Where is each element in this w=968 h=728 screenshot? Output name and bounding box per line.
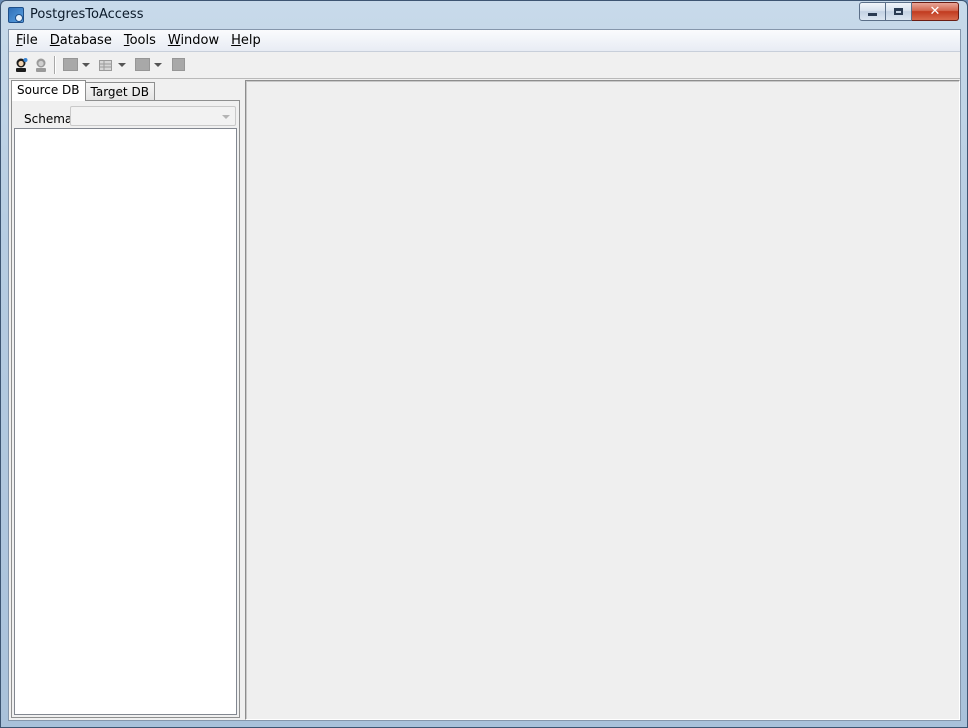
app-icon[interactable] [8,7,24,23]
menu-database-accel: D [49,33,60,48]
source-db-panel: Schema [11,100,240,718]
connect-icon [16,57,28,72]
menu-file-label: ile [22,33,38,48]
tab-source-db[interactable]: Source DB [11,80,86,101]
maximize-button[interactable] [886,2,912,21]
table-button[interactable] [96,55,116,75]
menu-tools-label: ools [129,33,156,48]
menu-bar: File Database Tools Window Help [9,30,960,52]
run-icon [134,58,150,71]
menu-window-accel: W [167,33,181,48]
app-window: PostgresToAccess ✕ File Database Tools W… [0,0,968,728]
title-bar[interactable]: PostgresToAccess ✕ [1,1,967,29]
table-icon [99,59,112,71]
disconnect-icon [36,58,46,72]
window-controls: ✕ [859,2,959,21]
export-button[interactable] [60,55,80,75]
menu-help-label: elp [240,33,261,48]
client-area: File Database Tools Window Help Source D… [8,29,961,721]
connect-button[interactable] [11,55,31,75]
window-title: PostgresToAccess [30,7,144,22]
table-dropdown-icon[interactable] [118,62,126,67]
schema-dropdown[interactable] [70,106,236,126]
close-button[interactable]: ✕ [912,2,959,21]
run-button[interactable] [132,55,152,75]
menu-tools[interactable]: Tools [118,30,162,51]
menu-help-accel: H [231,33,241,48]
maximize-icon [894,8,903,15]
schema-label: Schema [24,112,73,126]
toolbar [9,51,960,79]
stop-button[interactable] [168,55,188,75]
menu-database-label: atabase [59,33,112,48]
run-dropdown-icon[interactable] [154,62,162,67]
db-tabs: Source DB Target DB [11,80,155,101]
schema-tree[interactable] [14,128,237,715]
stop-icon [171,58,185,71]
disconnect-button[interactable] [31,55,51,75]
close-icon: ✕ [929,4,941,19]
menu-window-label: indow [180,33,220,48]
export-dropdown-icon[interactable] [82,62,90,67]
mdi-workspace [245,80,960,720]
export-icon [62,58,78,71]
minimize-button[interactable] [859,2,886,21]
tab-target-db[interactable]: Target DB [84,82,155,101]
menu-database[interactable]: Database [44,30,118,51]
menu-window[interactable]: Window [162,30,225,51]
chevron-down-icon [222,115,230,119]
toolbar-separator [54,55,55,74]
left-panel: Source DB Target DB Schema [9,79,242,720]
menu-file[interactable]: File [9,30,44,51]
menu-help[interactable]: Help [225,30,267,51]
minimize-icon [868,13,877,16]
